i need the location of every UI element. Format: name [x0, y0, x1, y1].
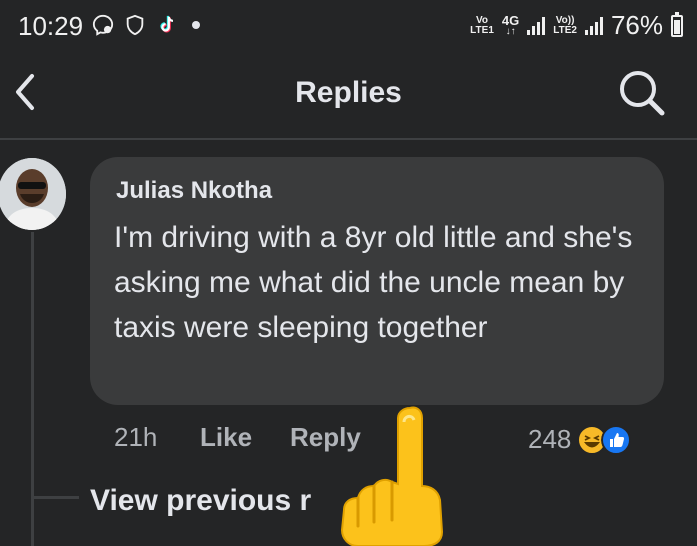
status-right-indicators: Vo LTE1 4G ↓↑ Vo)) LTE2 76% — [470, 10, 683, 41]
status-time: 10:29 — [18, 11, 84, 41]
sim2-volte-indicator: Vo)) LTE2 — [553, 14, 577, 36]
battery-charging-icon — [671, 11, 683, 37]
avatar[interactable] — [0, 158, 66, 230]
view-previous-replies-link[interactable]: View previous r — [90, 484, 311, 518]
pointing-finger-icon — [340, 406, 444, 546]
signal-sim2-icon — [584, 16, 603, 35]
comment-author[interactable]: Julias Nkotha — [116, 177, 272, 205]
like-button[interactable]: Like — [200, 422, 252, 453]
comment-text: I'm driving with a 8yr old little and sh… — [114, 221, 633, 344]
status-notification-icons — [92, 14, 200, 36]
status-bar: 10:29 Vo LTE1 4G ↓↑ Vo)) LTE2 76% — [0, 0, 697, 52]
shield-icon — [126, 14, 144, 36]
battery-percent: 76% — [610, 10, 663, 40]
like-reaction-icon — [601, 424, 632, 455]
tiktok-icon — [160, 15, 174, 33]
more-notifications-dot — [192, 21, 200, 29]
page-title: Replies — [295, 76, 402, 109]
sim1-volte-indicator: Vo LTE1 — [470, 14, 494, 36]
comment-bubble[interactable]: Julias Nkotha I'm driving with a 8yr old… — [90, 157, 664, 405]
messenger-icon — [92, 14, 114, 36]
comment-timestamp: 21h — [114, 422, 158, 452]
reaction-count: 248 — [528, 424, 572, 454]
avatar-photo — [0, 158, 66, 230]
signal-sim1-icon — [527, 16, 546, 35]
replies-header: Replies — [0, 52, 697, 140]
search-icon[interactable] — [617, 68, 667, 118]
network-type-indicator: 4G ↓↑ — [501, 13, 520, 37]
thread-branch-line — [31, 496, 79, 499]
reactions-summary[interactable]: 248 — [528, 424, 632, 455]
